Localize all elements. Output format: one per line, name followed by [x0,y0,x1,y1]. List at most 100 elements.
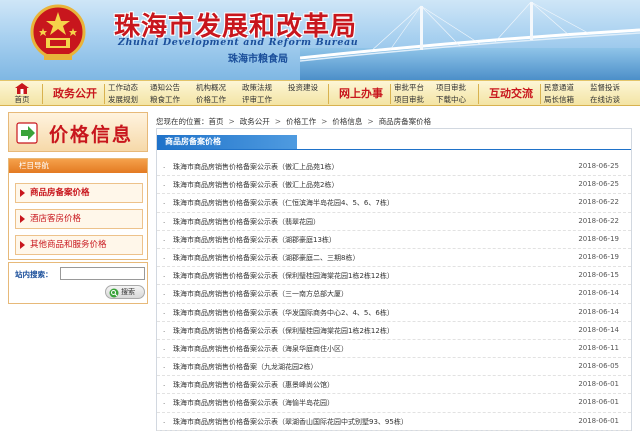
list-item-title[interactable]: 珠海市商品房销售价格备案公示表（海泉华庭商住小区） [173,344,348,354]
nav-link[interactable]: 粮食工作 [150,94,180,106]
site-subtitle: 珠海市粮食局 [228,54,288,65]
sidebar-item-label: 商品房备案价格 [30,188,90,198]
nav-home-label: 首页 [14,95,30,104]
bullet-icon: · [163,273,166,282]
arrow-right-icon [20,215,25,223]
list-item[interactable]: · 珠海市商品房销售价格备案公示表（保利璧桂园海棠花园1栋2栋12栋） 2018-0… [157,267,631,286]
bullet-icon: · [163,182,166,191]
list-item-date: 2018-06-19 [578,234,619,243]
nav-col-5: 投资建设 [288,82,318,94]
list-item-date: 2018-06-19 [578,252,619,261]
nav-link[interactable]: 投资建设 [288,82,318,94]
list-item[interactable]: · 珠海市商品房销售价格备案公示表（保利璧桂园海棠花园1栋2栋12栋） 2018-0… [157,322,631,340]
nav-link[interactable]: 监督投诉 [590,82,620,94]
bullet-icon: · [163,254,166,263]
list-item-title[interactable]: 珠海市商品房销售价格备案公示表（湖郡豪庭13栋） [173,235,336,245]
site-title-english: Zhuhai Development and Reform Bureau [118,37,359,48]
nav-link[interactable]: 机构概况 [196,82,226,94]
nav-divider [478,84,479,104]
list-item[interactable]: · 珠海市商品房销售价格备案公示表（湖郡豪庭二、三期8栋） 2018-06-19 [157,249,631,268]
nav-link[interactable]: 通知公告 [150,82,180,94]
list-item-title[interactable]: 珠海市商品房销售价格备案公示表（海愉半岛花园） [173,398,334,408]
bullet-icon: · [163,418,166,427]
list-item-title[interactable]: 珠海市商品房销售价格备案公示表（傲汇上品苑2栋） [173,180,338,190]
breadcrumb-separator: > [321,117,328,126]
nav-link[interactable]: 民意通道 [544,82,574,94]
nav-link[interactable]: 工作动态 [108,82,138,94]
sidebar-item-hotel-rooms[interactable]: 酒店客房价格 [15,209,143,229]
arrow-right-icon [20,189,25,197]
list-item[interactable]: · 珠海市商品房销售价格备案公示表（海泉华庭商住小区） 2018-06-11 [157,340,631,359]
bullet-icon: · [163,236,166,245]
category-nav-header: 栏目导航 [9,159,147,173]
nav-link[interactable]: 项目审批 [436,82,466,94]
search-input[interactable] [60,267,145,280]
list-item-title[interactable]: 珠海市商品房销售价格备案公示表（华发国际商务中心2、4、5、6栋） [173,308,394,318]
nav-divider [328,84,329,104]
category-nav: 栏目导航 商品房备案价格 酒店客房价格 其他商品和服务价格 [8,158,148,260]
list-item[interactable]: · 珠海市商品房销售价格备案公示表（翡翠花园） 2018-06-22 [157,213,631,231]
nav-link[interactable]: 在线访谈 [590,94,620,106]
breadcrumb-item[interactable]: 价格工作 [286,117,316,126]
list-item[interactable]: · 珠海市商品房销售价格备案公示表（湖郡豪庭13栋） 2018-06-19 [157,231,631,249]
section-underline [157,149,631,150]
breadcrumb-item[interactable]: 首页 [209,117,224,126]
nav-link[interactable]: 发展规划 [108,94,138,106]
list-item-title[interactable]: 珠海市商品房销售价格备案公示表（翠湖香山国际花园中式别墅93、95栋） [173,417,408,427]
sidebar-item-commercial-housing[interactable]: 商品房备案价格 [15,183,143,203]
list-item[interactable]: · 珠海市商品房销售价格备案公示表（海愉半岛花园） 2018-06-01 [157,394,631,413]
nav-link[interactable]: 下载中心 [436,94,466,106]
sidebar-title-box: 价格信息 [8,112,148,152]
search-button[interactable]: 搜索 [105,285,145,299]
nav-link[interactable]: 项目审批 [394,94,424,106]
bullet-icon: · [163,364,166,373]
list-item[interactable]: · 珠海市商品房销售价格备案公示表（三一南方总部大厦） 2018-06-14 [157,285,631,304]
list-item-title[interactable]: 珠海市商品房销售价格备案公示表（仁恒滨海半岛花园4、5、6、7栋） [173,198,394,208]
search-label: 站内搜索： [15,270,53,279]
sidebar-item-other-goods[interactable]: 其他商品和服务价格 [15,235,143,255]
breadcrumb: 您现在的位置：首页 > 政务公开 > 价格工作 > 价格信息 > 商品房备案价格 [156,116,431,127]
breadcrumb-item[interactable]: 政务公开 [240,117,270,126]
nav-col-7: 项目审批 下载中心 [436,82,466,106]
list-item-date: 2018-06-22 [578,198,619,207]
breadcrumb-item[interactable]: 商品房备案价格 [379,117,432,126]
nav-link[interactable]: 局长信箱 [544,94,574,106]
list-item-title[interactable]: 珠海市商品房销售价格备案公示表（傲汇上品苑1栋） [173,162,338,172]
list-item-title[interactable]: 珠海市商品房销售价格备案公示表（翡翠花园） [173,217,320,227]
list-item-title[interactable]: 珠海市商品房销售价格备案公示表（保利璧桂园海棠花园1栋2栋12栋） [173,326,394,336]
nav-home[interactable]: 首页 [6,83,38,105]
nav-section-interact[interactable]: 互动交流 [482,84,540,104]
list-item-date: 2018-06-05 [578,362,619,371]
nav-section-online[interactable]: 网上办事 [332,84,390,104]
nav-link[interactable]: 政策法规 [242,82,272,94]
breadcrumb-item[interactable]: 价格信息 [332,117,362,126]
list-item[interactable]: · 珠海市商品房销售价格备案公示表（傲汇上品苑1栋） 2018-06-25 [157,158,631,177]
nav-link[interactable]: 价格工作 [196,94,226,106]
nav-link[interactable]: 审批平台 [394,82,424,94]
section-title: 商品房备案价格 [157,135,297,149]
list-item[interactable]: · 珠海市商品房销售价格备案公示表（翠湖香山国际花园中式别墅93、95栋） 2018… [157,413,631,431]
list-item[interactable]: · 珠海市商品房销售价格备案公示表（华发国际商务中心2、4、5、6栋） 2018-0… [157,304,631,322]
nav-col-4: 政策法规 评审工作 [242,82,272,106]
bullet-icon: · [163,200,166,209]
list-item[interactable]: · 珠海市商品房销售价格备案公示表（仁恒滨海半岛花园4、5、6、7栋） 2018-0… [157,194,631,213]
nav-link[interactable]: 评审工作 [242,94,272,106]
sidebar-title: 价格信息 [49,124,134,146]
list-item[interactable]: · 珠海市商品房销售价格备案（九龙湖花园2栋） 2018-06-05 [157,358,631,377]
bullet-icon: · [163,400,166,409]
list-item-title[interactable]: 珠海市商品房销售价格备案公示表（三一南方总部大厦） [173,289,348,299]
list-item-title[interactable]: 珠海市商品房销售价格备案公示表（湖郡豪庭二、三期8栋） [173,253,359,263]
list-item[interactable]: · 珠海市商品房销售价格备案公示表（惠景峰尚公馆） 2018-06-01 [157,376,631,395]
list-item-title[interactable]: 珠海市商品房销售价格备案（九龙湖花园2栋） [173,362,317,372]
nav-section-public[interactable]: 政务公开 [46,84,104,104]
list-item[interactable]: · 珠海市商品房销售价格备案公示表（傲汇上品苑2栋） 2018-06-25 [157,176,631,195]
list-item-title[interactable]: 珠海市商品房销售价格备案公示表（保利璧桂园海棠花园1栋2栋12栋） [173,271,394,281]
bullet-icon: · [163,345,166,354]
list-item-title[interactable]: 珠海市商品房销售价格备案公示表（惠景峰尚公馆） [173,380,334,390]
breadcrumb-separator: > [274,117,282,126]
breadcrumb-prefix: 您现在的位置： [156,117,209,126]
list-item-date: 2018-06-01 [578,416,619,425]
list-item-date: 2018-06-14 [578,325,619,334]
nav-divider [540,84,541,104]
list-item-date: 2018-06-25 [578,180,619,189]
